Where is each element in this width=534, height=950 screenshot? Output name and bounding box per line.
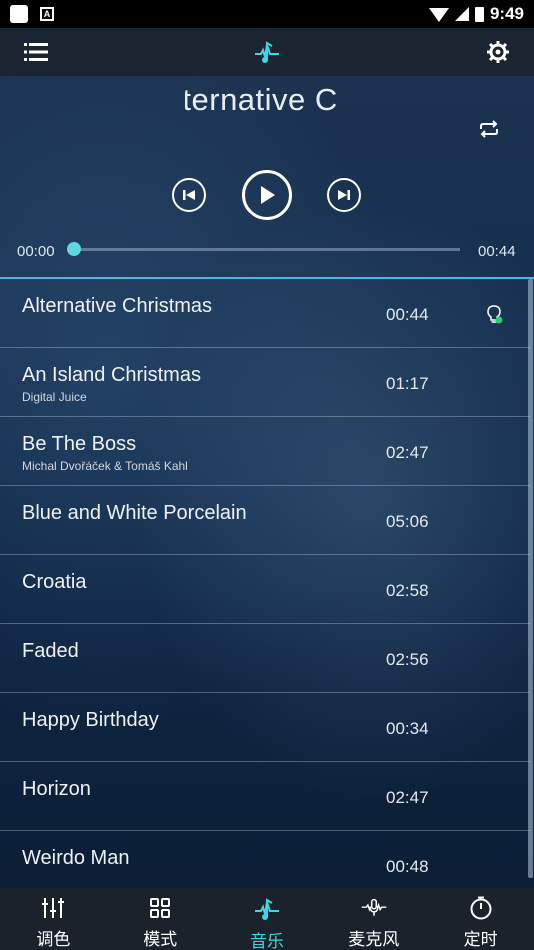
menu-button[interactable]: [22, 38, 50, 66]
nav-label: 音乐: [249, 932, 284, 950]
lightbulb-icon: [487, 305, 503, 324]
song-row[interactable]: Faded 02:56: [0, 624, 530, 693]
settings-button[interactable]: [484, 38, 512, 66]
song-list: Alternative Christmas 00:44 An Island Ch…: [0, 279, 530, 888]
nav-label: 定时: [463, 930, 498, 950]
music-note-icon: [254, 898, 279, 920]
song-title: An Island Christmas: [22, 364, 201, 386]
progress-track[interactable]: [74, 248, 460, 251]
nav-label: 模式: [143, 930, 178, 950]
song-duration: 00:34: [386, 719, 429, 738]
nav-label: 麦克风: [348, 930, 400, 950]
song-title: Weirdo Man: [22, 847, 130, 869]
song-duration: 00:44: [386, 305, 429, 324]
nav-item-timer[interactable]: 定时: [427, 888, 534, 950]
now-playing-title: lternative C: [185, 82, 338, 117]
song-duration: 02:47: [386, 788, 429, 807]
song-row[interactable]: Blue and White Porcelain 05:06: [0, 486, 530, 555]
sliders-icon: [42, 898, 65, 918]
repeat-button[interactable]: [478, 120, 500, 143]
battery-icon: [474, 6, 484, 22]
song-duration: 02:47: [386, 443, 429, 462]
song-row[interactable]: Happy Birthday 00:34: [0, 693, 530, 762]
notification-square-icon: [10, 5, 28, 23]
song-title: Blue and White Porcelain: [22, 502, 247, 524]
scrollbar[interactable]: [528, 279, 533, 878]
song-duration: 01:17: [386, 374, 429, 393]
gear-icon: [487, 41, 509, 63]
menu-icon: [24, 43, 48, 61]
song-duration: 05:06: [386, 512, 429, 531]
nav-item-mode[interactable]: 模式: [107, 888, 214, 950]
song-title: Horizon: [22, 778, 91, 800]
next-button[interactable]: [327, 178, 361, 212]
repeat-icon: [480, 120, 498, 138]
status-time: 9:49: [489, 4, 524, 23]
app-header: [0, 28, 534, 76]
nav-item-microphone[interactable]: 麦克风: [320, 888, 427, 950]
play-icon: [261, 186, 275, 204]
song-duration: 02:56: [386, 650, 429, 669]
song-row[interactable]: Horizon 02:47: [0, 762, 530, 831]
song-title: Faded: [22, 640, 79, 662]
skip-next-icon: [338, 190, 350, 200]
current-time: 00:00: [17, 243, 55, 260]
timer-icon: [470, 896, 492, 920]
skip-previous-icon: [183, 190, 195, 200]
nav-item-music[interactable]: 音乐: [214, 888, 321, 950]
microphone-icon: [361, 898, 387, 916]
song-row[interactable]: Be The Boss Michal Dvořáček & Tomáš Kahl…: [0, 417, 530, 486]
song-title: Croatia: [22, 571, 87, 593]
player-panel: lternative C 00:00 00:44: [0, 76, 534, 278]
nav-item-color[interactable]: 调色: [0, 888, 107, 950]
status-bar: A 9:49: [0, 0, 534, 28]
song-artist: Michal Dvořáček & Tomáš Kahl: [22, 459, 188, 473]
song-duration: 00:48: [386, 857, 429, 876]
grid-icon: [150, 898, 171, 918]
song-row[interactable]: Alternative Christmas 00:44: [0, 279, 530, 348]
previous-button[interactable]: [172, 178, 206, 212]
play-button[interactable]: [242, 170, 292, 220]
song-row[interactable]: An Island Christmas Digital Juice 01:17: [0, 348, 530, 417]
song-artist: Digital Juice: [22, 390, 87, 404]
song-title: Alternative Christmas: [22, 295, 213, 317]
song-title: Be The Boss: [22, 433, 137, 455]
music-logo: [253, 38, 281, 66]
wifi-icon: [428, 8, 449, 22]
notification-a-icon: A: [40, 7, 54, 21]
music-note-icon: [255, 41, 279, 63]
song-row[interactable]: Croatia 02:58: [0, 555, 530, 624]
signal-icon: [454, 7, 469, 21]
nav-label: 调色: [36, 930, 71, 950]
progress-thumb[interactable]: [67, 242, 81, 256]
total-time: 00:44: [478, 243, 516, 260]
bottom-nav: 调色 模式 音乐 麦克风 定时: [0, 888, 534, 950]
song-row[interactable]: Weirdo Man 00:48: [0, 831, 530, 888]
song-duration: 02:58: [386, 581, 429, 600]
song-title: Happy Birthday: [22, 709, 159, 731]
